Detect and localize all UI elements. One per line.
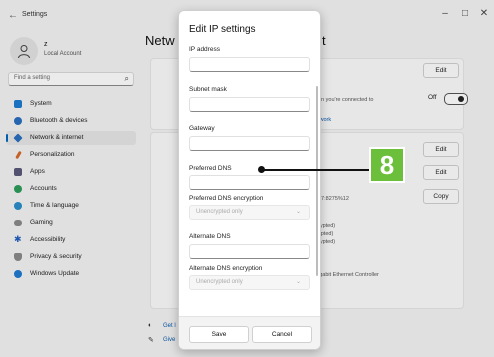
preferred-dns-field[interactable] <box>189 175 310 190</box>
ip-address-label: IP address <box>189 46 220 53</box>
preferred-dns-label: Preferred DNS <box>189 165 232 172</box>
subnet-mask-field[interactable] <box>189 97 310 112</box>
select-value: Unencrypted only <box>196 279 243 285</box>
alternate-dns-encryption-select[interactable]: Unencrypted only ⌄ <box>189 275 310 290</box>
dialog-scrollbar[interactable] <box>316 86 318 276</box>
save-button[interactable]: Save <box>189 326 249 343</box>
subnet-mask-label: Subnet mask <box>189 86 227 93</box>
alternate-dns-encryption-label: Alternate DNS encryption <box>189 265 263 272</box>
callout-line <box>263 169 369 171</box>
dialog-footer: Save Cancel <box>179 316 320 349</box>
chevron-down-icon: ⌄ <box>295 279 301 285</box>
preferred-dns-encryption-select[interactable]: Unencrypted only ⌄ <box>189 205 310 220</box>
gateway-label: Gateway <box>189 125 215 132</box>
dialog-title: Edit IP settings <box>189 24 256 35</box>
cancel-button[interactable]: Cancel <box>252 326 312 343</box>
ip-address-field[interactable] <box>189 57 310 72</box>
preferred-dns-encryption-label: Preferred DNS encryption <box>189 195 264 202</box>
edit-ip-settings-dialog: Edit IP settings IP address Subnet mask … <box>178 10 321 350</box>
chevron-down-icon: ⌄ <box>295 209 301 215</box>
alternate-dns-label: Alternate DNS <box>189 233 231 240</box>
select-value: Unencrypted only <box>196 209 243 215</box>
alternate-dns-field[interactable] <box>189 244 310 259</box>
gateway-field[interactable] <box>189 136 310 151</box>
callout-number-badge: 8 <box>369 147 405 183</box>
